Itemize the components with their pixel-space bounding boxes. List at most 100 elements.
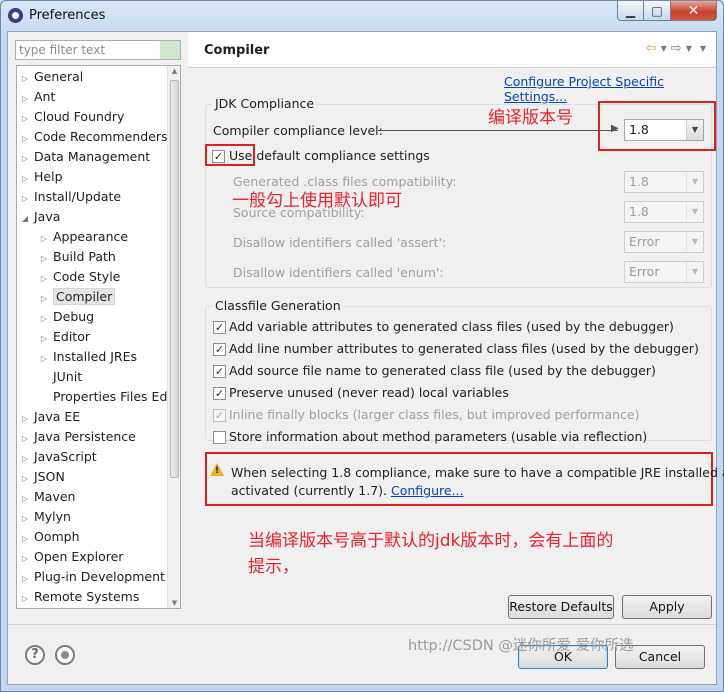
tree-item-junit[interactable]: JUnit <box>38 367 82 387</box>
expand-icon[interactable]: ▷ <box>38 229 50 249</box>
scroll-down-icon[interactable]: ▼ <box>168 599 180 607</box>
collapse-icon[interactable]: ◢ <box>19 209 31 229</box>
expand-icon[interactable]: ▷ <box>19 109 31 129</box>
expand-icon[interactable]: ▷ <box>19 409 31 429</box>
expand-icon[interactable]: ▷ <box>19 449 31 469</box>
watermark: http://CSDN @迷你所爱 爱你所选 <box>408 638 634 654</box>
expand-icon[interactable]: ▷ <box>19 189 31 209</box>
tree-item-build-path[interactable]: ▷ Build Path <box>38 247 116 267</box>
tree-item-label: Editor <box>53 329 90 344</box>
apply-button[interactable]: Apply <box>622 595 712 619</box>
configure-project-settings-link[interactable]: Configure Project Specific Settings... <box>504 74 716 104</box>
record-macro-icon[interactable] <box>55 645 75 665</box>
classfile-option-label[interactable]: Add variable attributes to generated cla… <box>229 319 674 334</box>
classfile-option-checkbox[interactable]: ✓ <box>213 321 226 334</box>
expand-icon[interactable]: ▷ <box>19 469 31 489</box>
tree-item-code-style[interactable]: ▷ Code Style <box>38 267 120 287</box>
tree-item-oomph[interactable]: ▷ Oomph <box>19 527 80 547</box>
classfile-option-label[interactable]: Add source file name to generated class … <box>229 363 656 378</box>
expand-icon[interactable]: ▷ <box>38 349 50 369</box>
generated-compat-combo[interactable]: 1.8 ▼ <box>624 171 704 193</box>
source-compat-value: 1.8 <box>629 204 649 219</box>
tree-item-ant[interactable]: ▷ Ant <box>19 87 55 107</box>
tree-item-cloud-foundry[interactable]: ▷ Cloud Foundry <box>19 107 124 127</box>
classfile-option-label[interactable]: Add line number attributes to generated … <box>229 341 699 356</box>
classfile-option-checkbox[interactable]: ✓ <box>213 387 226 400</box>
expand-icon[interactable]: ▷ <box>19 549 31 569</box>
filter-placeholder: type filter text <box>19 43 106 57</box>
tree-item-plug-in-development[interactable]: ▷ Plug-in Development <box>19 567 165 587</box>
classfile-option-checkbox[interactable] <box>213 431 226 444</box>
tree-item-install-update[interactable]: ▷ Install/Update <box>19 187 121 207</box>
expand-icon[interactable]: ▷ <box>19 429 31 449</box>
tree-item-debug[interactable]: ▷ Debug <box>38 307 94 327</box>
use-default-label[interactable]: Use default compliance settings <box>229 148 430 163</box>
tree-item-json[interactable]: ▷ JSON <box>19 467 65 487</box>
close-button[interactable]: ✕ <box>671 1 717 21</box>
enum-combo[interactable]: Error ▼ <box>624 261 704 283</box>
configure-jre-link[interactable]: Configure... <box>391 483 464 498</box>
tree-item-java-persistence[interactable]: ▷ Java Persistence <box>19 427 136 447</box>
back-menu-icon[interactable]: ▼ <box>661 41 667 57</box>
expand-icon[interactable]: ▷ <box>19 129 31 149</box>
expand-icon[interactable]: ▷ <box>38 329 50 349</box>
tree-item-java-ee[interactable]: ▷ Java EE <box>19 407 80 427</box>
expand-icon[interactable]: ▷ <box>38 289 50 309</box>
expand-icon[interactable]: ▷ <box>19 69 31 89</box>
tree-item-installed-jres[interactable]: ▷ Installed JREs <box>38 347 137 367</box>
tree-item-code-recommenders[interactable]: ▷ Code Recommenders <box>19 127 168 147</box>
scroll-up-icon[interactable]: ▲ <box>168 67 180 75</box>
clear-filter-icon[interactable] <box>160 41 180 59</box>
filter-input[interactable]: type filter text <box>15 40 181 60</box>
tree-item-editor[interactable]: ▷ Editor <box>38 327 90 347</box>
view-menu-icon[interactable]: ▼ <box>700 41 706 57</box>
scroll-thumb[interactable] <box>170 80 179 478</box>
tree-item-compiler[interactable]: ▷ Compiler <box>38 287 116 309</box>
restore-defaults-button[interactable]: Restore Defaults <box>508 595 614 619</box>
tree-item-remote-systems[interactable]: ▷ Remote Systems <box>19 587 139 607</box>
tree-item-general[interactable]: ▷ General <box>19 67 83 87</box>
preference-tree[interactable]: ▷ Remote Systems ▷ Plug-in Development ▷ Open… <box>16 65 181 609</box>
generated-dropdown-icon: ▼ <box>686 172 703 192</box>
classfile-option-label[interactable]: Store information about method parameter… <box>229 429 647 444</box>
expand-icon[interactable]: ▷ <box>19 169 31 189</box>
expand-icon[interactable]: ▷ <box>19 489 31 509</box>
tree-item-label: Java Persistence <box>34 429 136 444</box>
compliance-level-label: Compiler compliance level: <box>213 123 383 138</box>
expand-icon[interactable]: ▷ <box>38 269 50 289</box>
expand-icon[interactable]: ▷ <box>38 309 50 329</box>
tree-item-label: Mylyn <box>34 509 71 524</box>
expand-icon[interactable]: ▷ <box>19 149 31 169</box>
forward-menu-icon[interactable]: ▼ <box>686 41 692 57</box>
source-compat-combo[interactable]: 1.8 ▼ <box>624 201 704 223</box>
tree-item-java[interactable]: ◢ Java <box>19 207 60 227</box>
help-icon[interactable]: ? <box>25 645 45 665</box>
expand-icon[interactable]: ▷ <box>38 249 50 269</box>
expand-icon[interactable]: ▷ <box>19 589 31 608</box>
expand-icon[interactable]: ▷ <box>19 529 31 549</box>
tree-item-javascript[interactable]: ▷ JavaScript <box>19 447 97 467</box>
tree-item-label: Install/Update <box>34 189 122 204</box>
tree-item-help[interactable]: ▷ Help <box>19 167 63 187</box>
back-icon[interactable]: ⇦ <box>646 41 657 57</box>
tree-item-appearance[interactable]: ▷ Appearance <box>38 227 128 247</box>
maximize-button[interactable]: □ <box>644 1 671 21</box>
tree-item-open-explorer[interactable]: ▷ Open Explorer <box>19 547 123 567</box>
tree-item-maven[interactable]: ▷ Maven <box>19 487 76 509</box>
tree-scrollbar[interactable]: ▲ ▼ <box>167 66 180 608</box>
tree-item-label: Code Recommenders <box>34 129 168 144</box>
enum-value: Error <box>629 264 660 279</box>
tree-item-label: Build Path <box>53 249 116 264</box>
tree-item-data-management[interactable]: ▷ Data Management <box>19 147 150 167</box>
expand-icon[interactable]: ▷ <box>19 569 31 589</box>
classfile-option-label[interactable]: Preserve unused (never read) local varia… <box>229 385 509 400</box>
tree-item-properties-files-ed[interactable]: Properties Files Ed <box>38 387 167 407</box>
expand-icon[interactable]: ▷ <box>19 509 31 529</box>
expand-icon[interactable]: ▷ <box>19 89 31 109</box>
classfile-option-checkbox[interactable]: ✓ <box>213 365 226 378</box>
minimize-button[interactable]: ▁ <box>617 1 644 21</box>
classfile-option-checkbox[interactable]: ✓ <box>213 343 226 356</box>
tree-item-mylyn[interactable]: ▷ Mylyn <box>19 507 71 527</box>
assert-combo[interactable]: Error ▼ <box>624 231 704 253</box>
forward-icon[interactable]: ⇨ <box>671 41 682 57</box>
